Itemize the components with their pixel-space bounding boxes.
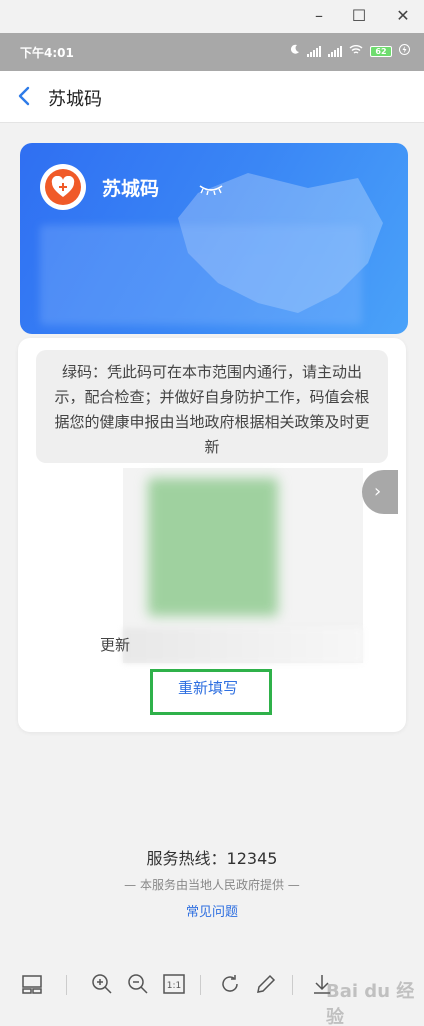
redacted-update-time <box>123 628 363 663</box>
status-time: 下午4:01 <box>20 46 74 60</box>
status-icons: 62 <box>289 44 410 58</box>
maximize-icon[interactable]: ☐ <box>349 6 369 26</box>
window-titlebar: – ☐ ✕ <box>0 0 424 33</box>
health-code-card-header: 苏城码 <box>20 143 408 334</box>
rotate-icon[interactable] <box>218 972 242 996</box>
wifi-icon <box>349 44 363 58</box>
app-logo-icon <box>40 164 86 210</box>
minimize-icon[interactable]: – <box>309 6 329 26</box>
signal-icon-2 <box>328 45 342 57</box>
refill-link[interactable]: 重新填写 <box>178 677 238 698</box>
pencil-icon[interactable] <box>254 972 278 996</box>
actual-size-label: 1:1 <box>167 981 181 991</box>
layout-icon[interactable] <box>20 972 44 996</box>
card-title: 苏城码 <box>102 178 160 200</box>
green-code-notice: 绿码：凭此码可在本市范围内通行，请主动出示，配合检查；并做好自身防护工作，码值会… <box>36 350 388 463</box>
watermark-text: Bai du 经验 <box>326 981 415 1026</box>
qr-code <box>148 478 278 616</box>
back-chevron-icon[interactable] <box>14 85 36 107</box>
redacted-info <box>40 225 362 325</box>
baidu-watermark: Bai du 经验 <box>306 967 418 1026</box>
toolbar-divider <box>200 975 201 995</box>
toolbar-divider <box>292 975 293 995</box>
next-arrow-button[interactable]: › <box>362 470 398 514</box>
app-header: 苏城码 <box>0 71 424 123</box>
faq-link[interactable]: 常见问题 <box>0 901 424 920</box>
alarm-icon <box>289 44 300 58</box>
charging-icon <box>399 44 410 58</box>
provided-by-text: — 本服务由当地人民政府提供 — <box>124 878 300 892</box>
update-time-label: 更新 <box>100 636 131 654</box>
page-title: 苏城码 <box>48 89 102 110</box>
toolbar-divider <box>66 975 67 995</box>
signal-icon-1 <box>307 45 321 57</box>
eye-closed-icon[interactable] <box>198 180 224 199</box>
zoom-out-icon[interactable] <box>126 972 150 996</box>
zoom-in-icon[interactable] <box>90 972 114 996</box>
status-bar: 下午4:01 62 <box>0 33 424 71</box>
close-icon[interactable]: ✕ <box>393 6 413 26</box>
health-code-card: 绿码：凭此码可在本市范围内通行，请主动出示，配合检查；并做好自身防护工作，码值会… <box>18 338 406 732</box>
battery-icon: 62 <box>370 45 392 57</box>
service-hotline: 服务热线：12345 <box>146 849 278 868</box>
chevron-right-icon: › <box>374 481 382 502</box>
actual-size-icon[interactable]: 1:1 <box>162 972 186 996</box>
